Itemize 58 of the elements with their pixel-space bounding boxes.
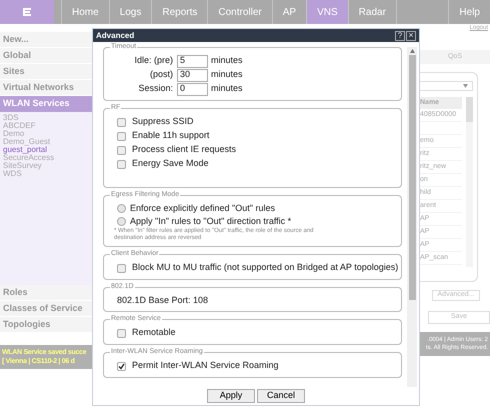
unit-label: minutes bbox=[211, 68, 243, 82]
help-tab[interactable]: Help bbox=[448, 0, 490, 24]
nav-tab[interactable]: VNS bbox=[306, 0, 348, 24]
base-port-text: 802.1D Base Port: 108 bbox=[116, 294, 210, 307]
checkbox-label: Process client IE requests bbox=[132, 143, 236, 156]
radio-label: Apply "In" rules to "Out" direction traffic * bbox=[130, 214, 292, 228]
dialog-button[interactable]: Cancel bbox=[257, 389, 305, 403]
checkbox-label: Energy Save Mode bbox=[132, 157, 209, 170]
dialog-button[interactable]: Apply bbox=[207, 389, 255, 403]
service-list-item[interactable]: guest_portal bbox=[3, 146, 92, 154]
service-list-item[interactable]: 3DS bbox=[3, 114, 92, 122]
checkbox[interactable] bbox=[117, 132, 126, 140]
checkmark-icon bbox=[118, 362, 125, 370]
sidebar-item[interactable]: Global bbox=[0, 48, 92, 64]
checkbox-label: Block MU to MU traffic (not supported on Bridged at AP topologies) bbox=[132, 261, 398, 274]
sidebar-item[interactable]: Sites bbox=[0, 64, 92, 80]
help-button[interactable]: ? bbox=[395, 30, 405, 40]
radio-button[interactable] bbox=[117, 204, 126, 213]
field-label: Idle: (pre) bbox=[133, 54, 174, 68]
service-list-item[interactable]: Demo_Guest bbox=[3, 138, 92, 146]
radio-label: Enforce explicitly defined "Out" rules bbox=[130, 202, 275, 215]
checkbox[interactable] bbox=[117, 160, 126, 168]
checkbox[interactable] bbox=[117, 264, 126, 272]
field-label: Session: bbox=[137, 82, 174, 96]
checkbox-label: Permit Inter-WLAN Service Roaming bbox=[132, 359, 279, 372]
checkbox[interactable] bbox=[117, 362, 126, 370]
input-field[interactable]: 30 bbox=[177, 68, 208, 82]
sidebar-item[interactable]: New... bbox=[0, 32, 92, 48]
unit-label: minutes bbox=[211, 82, 243, 96]
dropdown-caret-icon bbox=[463, 84, 468, 88]
sidebar-item[interactable]: Virtual Networks bbox=[0, 80, 92, 96]
field-label: (post) bbox=[148, 68, 174, 82]
input-field[interactable]: 0 bbox=[177, 82, 208, 96]
nav-tab[interactable]: Logs bbox=[108, 0, 152, 24]
service-list-item[interactable]: SiteSurvey bbox=[3, 162, 92, 170]
close-button[interactable]: × bbox=[406, 30, 416, 40]
sidebar-item[interactable]: Classes of Service bbox=[0, 301, 92, 317]
checkbox-label: Enable 11h support bbox=[132, 129, 210, 142]
unit-label: minutes bbox=[211, 54, 243, 68]
logo-icon bbox=[22, 7, 32, 17]
service-list-item[interactable]: ABCDEF bbox=[3, 122, 92, 130]
sidebar-section-header[interactable]: WLAN Services bbox=[0, 96, 92, 112]
dropdown[interactable] bbox=[420, 81, 473, 91]
dialog-title: Advanced bbox=[96, 30, 136, 42]
nav-tab[interactable]: Reports bbox=[151, 0, 208, 24]
service-list-item[interactable]: Demo bbox=[3, 130, 92, 138]
checkbox-label: Suppress SSID bbox=[132, 115, 194, 128]
sidebar-item[interactable]: Roles bbox=[0, 285, 92, 301]
service-list-item[interactable]: WDS bbox=[3, 170, 92, 178]
checkbox[interactable] bbox=[117, 118, 126, 126]
sidebar-item[interactable]: Topologies bbox=[0, 317, 92, 333]
input-field[interactable]: 5 bbox=[177, 54, 208, 68]
checkbox-label: Remotable bbox=[132, 326, 176, 340]
checkbox[interactable] bbox=[117, 146, 126, 154]
checkbox[interactable] bbox=[117, 328, 126, 338]
scroll-up-icon[interactable] bbox=[410, 49, 414, 53]
radio-button[interactable] bbox=[117, 217, 126, 226]
service-list-item[interactable]: SecureAccess bbox=[3, 154, 92, 162]
